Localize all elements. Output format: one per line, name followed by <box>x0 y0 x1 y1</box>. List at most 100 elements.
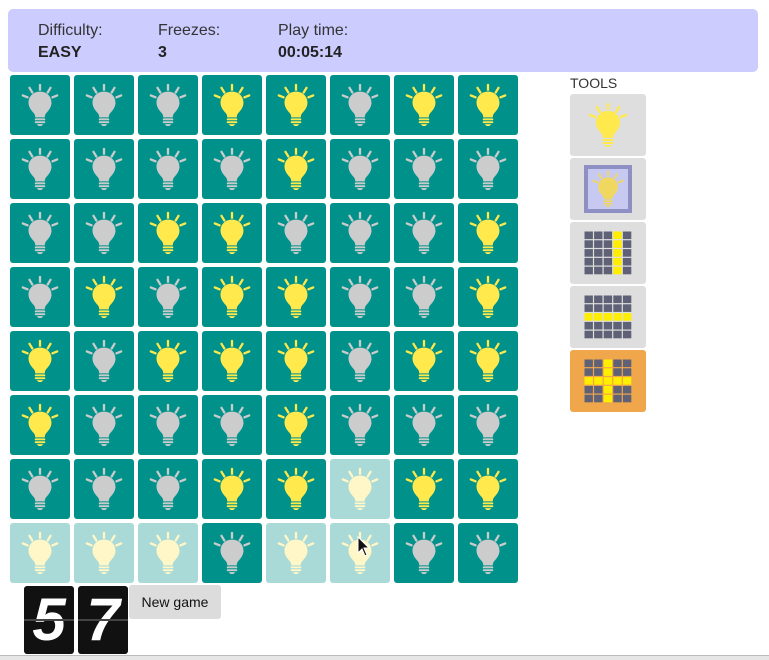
grid-cell[interactable] <box>330 459 390 519</box>
grid-cell[interactable] <box>138 139 198 199</box>
grid-cell[interactable] <box>394 459 454 519</box>
lit-bulb-icon <box>82 275 126 319</box>
grid-cell[interactable] <box>458 523 518 583</box>
grid-cell[interactable] <box>330 267 390 327</box>
grid-cell[interactable] <box>202 395 262 455</box>
lit-bulb-icon <box>146 339 190 383</box>
grid-cell[interactable] <box>458 459 518 519</box>
grid-cell[interactable] <box>202 459 262 519</box>
grid-cell[interactable] <box>74 139 134 199</box>
grid-cell[interactable] <box>330 395 390 455</box>
grid-cell[interactable] <box>202 267 262 327</box>
grid-cell[interactable] <box>138 267 198 327</box>
freezes-value: 3 <box>158 44 167 61</box>
grid-cell[interactable] <box>10 139 70 199</box>
difficulty-value: EASY <box>38 44 82 61</box>
grid-cell[interactable] <box>10 523 70 583</box>
unlit-bulb-icon <box>466 403 510 447</box>
grid-cell[interactable] <box>266 203 326 263</box>
grid-cell[interactable] <box>10 267 70 327</box>
grid-cell[interactable] <box>74 75 134 135</box>
unlit-bulb-icon <box>338 275 382 319</box>
lit-bulb-icon <box>466 275 510 319</box>
grid-cell[interactable] <box>138 523 198 583</box>
grid-cell[interactable] <box>458 203 518 263</box>
grid-cell[interactable] <box>330 331 390 391</box>
grid-cell[interactable] <box>330 203 390 263</box>
unlit-bulb-icon <box>338 211 382 255</box>
grid-cell[interactable] <box>266 75 326 135</box>
grid-cell[interactable] <box>10 395 70 455</box>
grid-cell[interactable] <box>74 203 134 263</box>
grid-cell[interactable] <box>458 139 518 199</box>
window-bottom-edge <box>0 655 769 660</box>
grid-cell[interactable] <box>74 459 134 519</box>
grid-cell[interactable] <box>74 267 134 327</box>
grid-cell[interactable] <box>266 267 326 327</box>
grid-cell[interactable] <box>330 75 390 135</box>
unlit-bulb-icon <box>402 211 446 255</box>
grid-cell[interactable] <box>202 523 262 583</box>
unlit-bulb-icon <box>210 531 254 575</box>
row-tool[interactable] <box>570 286 646 348</box>
grid-cell[interactable] <box>266 459 326 519</box>
grid-cell[interactable] <box>394 267 454 327</box>
grid-cell[interactable] <box>458 331 518 391</box>
lit-bulb-icon <box>210 211 254 255</box>
tools-label: TOOLS <box>570 75 618 91</box>
lit-bulb-icon <box>466 211 510 255</box>
grid-cell[interactable] <box>394 523 454 583</box>
grid-cell[interactable] <box>74 331 134 391</box>
grid-cell[interactable] <box>266 523 326 583</box>
grid-cell[interactable] <box>394 395 454 455</box>
cross-tool[interactable] <box>570 350 646 412</box>
framed-bulb-icon <box>582 163 634 215</box>
grid-cell[interactable] <box>10 459 70 519</box>
grid-cell[interactable] <box>330 523 390 583</box>
status-header: Difficulty: EASY Freezes: 3 Play time: 0… <box>8 9 758 72</box>
grid-cell[interactable] <box>202 203 262 263</box>
grid-cell[interactable] <box>138 331 198 391</box>
unlit-bulb-icon <box>18 211 62 255</box>
grid-cell[interactable] <box>138 395 198 455</box>
grid-cell[interactable] <box>202 75 262 135</box>
grid-cell[interactable] <box>266 395 326 455</box>
unlit-bulb-icon <box>402 531 446 575</box>
grid-cell[interactable] <box>10 75 70 135</box>
lit-bulb-icon <box>466 83 510 127</box>
framed-bulb-tool[interactable] <box>570 158 646 220</box>
counter-digit: 7 <box>78 586 128 654</box>
grid-cell[interactable] <box>138 75 198 135</box>
unlit-bulb-icon <box>466 147 510 191</box>
lit-bulb-icon <box>274 403 318 447</box>
unlit-bulb-icon <box>274 211 318 255</box>
grid-cell[interactable] <box>202 331 262 391</box>
grid-cell[interactable] <box>10 203 70 263</box>
single-bulb-tool[interactable] <box>570 94 646 156</box>
grid-cell[interactable] <box>138 203 198 263</box>
unlit-bulb-icon <box>210 403 254 447</box>
grid-cell[interactable] <box>394 75 454 135</box>
grid-cell[interactable] <box>458 395 518 455</box>
grid-cell[interactable] <box>458 267 518 327</box>
unlit-bulb-icon <box>146 275 190 319</box>
grid-cell[interactable] <box>202 139 262 199</box>
grid-cell[interactable] <box>394 139 454 199</box>
grid-cell[interactable] <box>74 395 134 455</box>
grid-cell[interactable] <box>266 331 326 391</box>
grid-cell[interactable] <box>266 139 326 199</box>
unlit-bulb-icon <box>338 83 382 127</box>
grid-cell[interactable] <box>10 331 70 391</box>
grid-cell[interactable] <box>394 203 454 263</box>
difficulty-stat: Difficulty: EASY <box>38 21 103 63</box>
grid-cell[interactable] <box>394 331 454 391</box>
unlit-bulb-icon <box>82 467 126 511</box>
column-tool[interactable] <box>570 222 646 284</box>
lit-bulb-icon <box>210 339 254 383</box>
grid-cell[interactable] <box>458 75 518 135</box>
grid-cell[interactable] <box>330 139 390 199</box>
new-game-button[interactable]: New game <box>129 585 221 619</box>
grid-cell[interactable] <box>138 459 198 519</box>
unlit-bulb-icon <box>82 83 126 127</box>
grid-cell[interactable] <box>74 523 134 583</box>
